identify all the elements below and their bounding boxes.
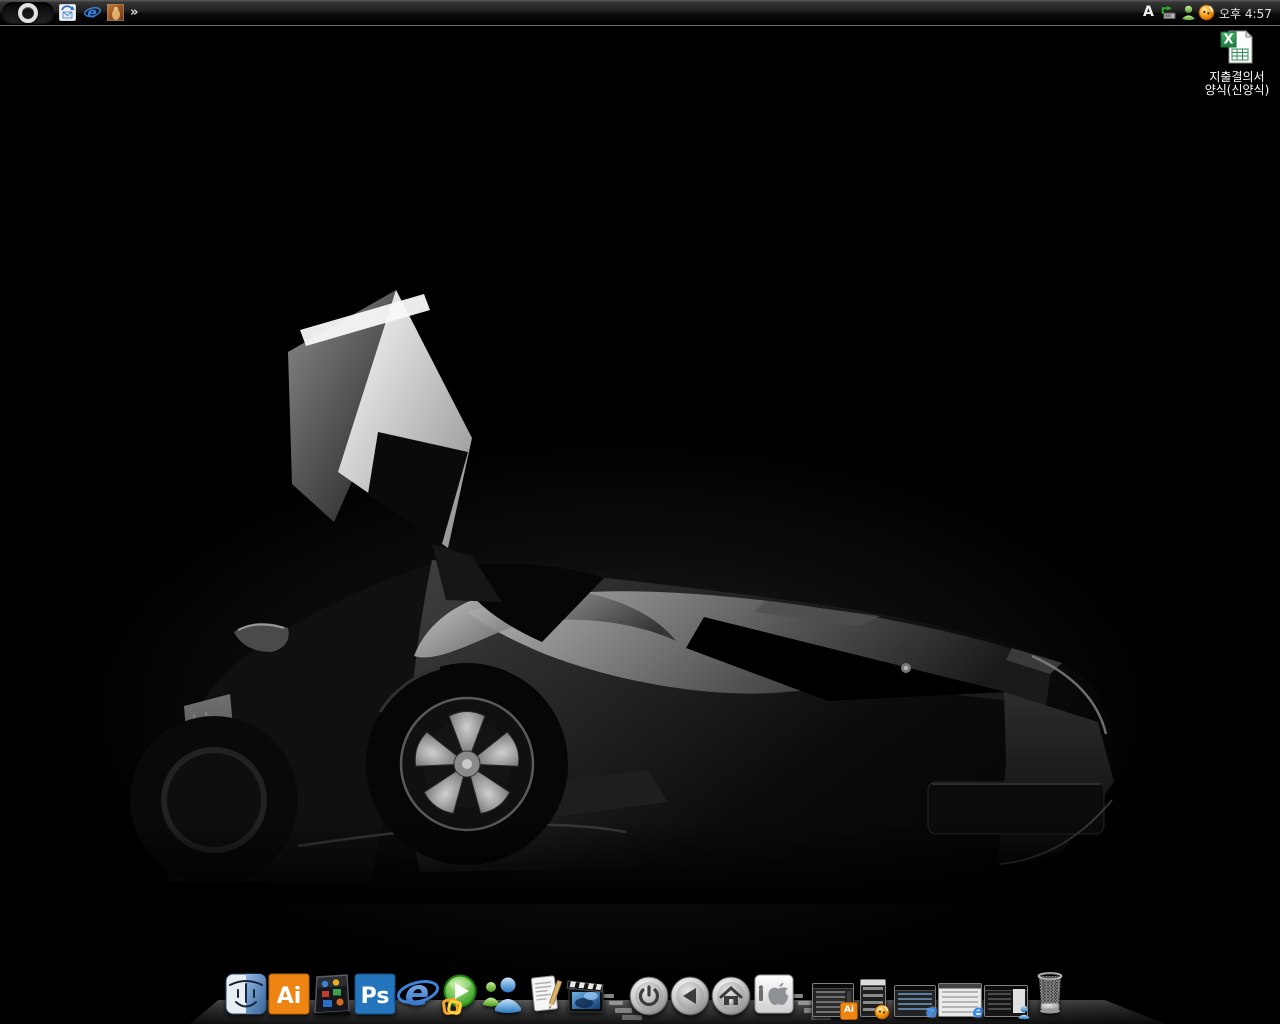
dock-minimized-window-browser-light[interactable]: e <box>938 983 982 1017</box>
dock-minimized-window-messenger[interactable] <box>984 985 1028 1017</box>
menubar: e » A 오후 4:57 <box>0 0 1280 26</box>
dock-minimized-window-palette[interactable] <box>860 979 886 1017</box>
dock-internet-explorer[interactable]: e <box>396 972 440 1016</box>
start-orb-button[interactable] <box>2 2 54 23</box>
illustrator-badge: Ai <box>840 1002 858 1020</box>
ime-indicator[interactable]: A <box>1143 3 1154 22</box>
dock-movie-clapperboard[interactable] <box>564 972 608 1016</box>
excel-file-icon: X <box>1217 29 1257 65</box>
internet-explorer-icon[interactable]: e <box>84 4 101 21</box>
dock-app-stack[interactable] <box>308 972 356 1016</box>
dock-trash-empty[interactable] <box>1030 969 1070 1016</box>
dock-msn-messenger[interactable] <box>479 972 523 1016</box>
ps-label: Ps <box>361 984 390 1009</box>
desktop-icon-label: 지출결의서 양식(신양식) <box>1198 71 1276 97</box>
safely-remove-hardware-icon[interactable] <box>1160 4 1177 21</box>
dock-minimized-window-browser-dark[interactable]: e <box>894 985 936 1017</box>
messenger-status-icon[interactable] <box>1180 4 1197 21</box>
ring-icon <box>18 3 38 23</box>
apple-logo-icon <box>768 988 788 1005</box>
dock-text-document[interactable] <box>522 972 566 1016</box>
dock-adobe-photoshop[interactable]: Ps <box>353 972 397 1016</box>
desktop-icon-excel[interactable]: X 지출결의서 양식(신양식) <box>1198 29 1276 97</box>
dock-gom-player[interactable] <box>437 972 481 1016</box>
dock: Ai Ps e <box>0 954 1280 1024</box>
dock-adobe-illustrator[interactable]: Ai <box>267 972 311 1016</box>
dock-home-button[interactable] <box>711 976 751 1016</box>
wallpaper-lamborghini <box>0 0 1280 1024</box>
dock-back-button[interactable] <box>670 976 710 1016</box>
orange-character-badge <box>874 1004 890 1020</box>
ie-dock-glyph: e <box>405 973 429 1014</box>
ai-label: Ai <box>277 984 302 1009</box>
excel-x-letter: X <box>1223 33 1233 48</box>
tray-clock: 오후 4:57 <box>1219 5 1272 22</box>
outlook-express-icon[interactable] <box>59 4 76 21</box>
ie-glyph: e <box>87 6 97 22</box>
dock-minimized-window-illustrator[interactable]: Ai <box>812 983 854 1017</box>
dock-apple-box[interactable] <box>752 972 796 1016</box>
orange-ball-icon[interactable] <box>1198 4 1215 21</box>
dock-power-button[interactable] <box>629 976 669 1016</box>
quicklaunch-overflow-chevron[interactable]: » <box>130 4 137 21</box>
dock-finder[interactable] <box>224 972 268 1016</box>
picture-thumbnail-icon[interactable] <box>107 4 124 21</box>
